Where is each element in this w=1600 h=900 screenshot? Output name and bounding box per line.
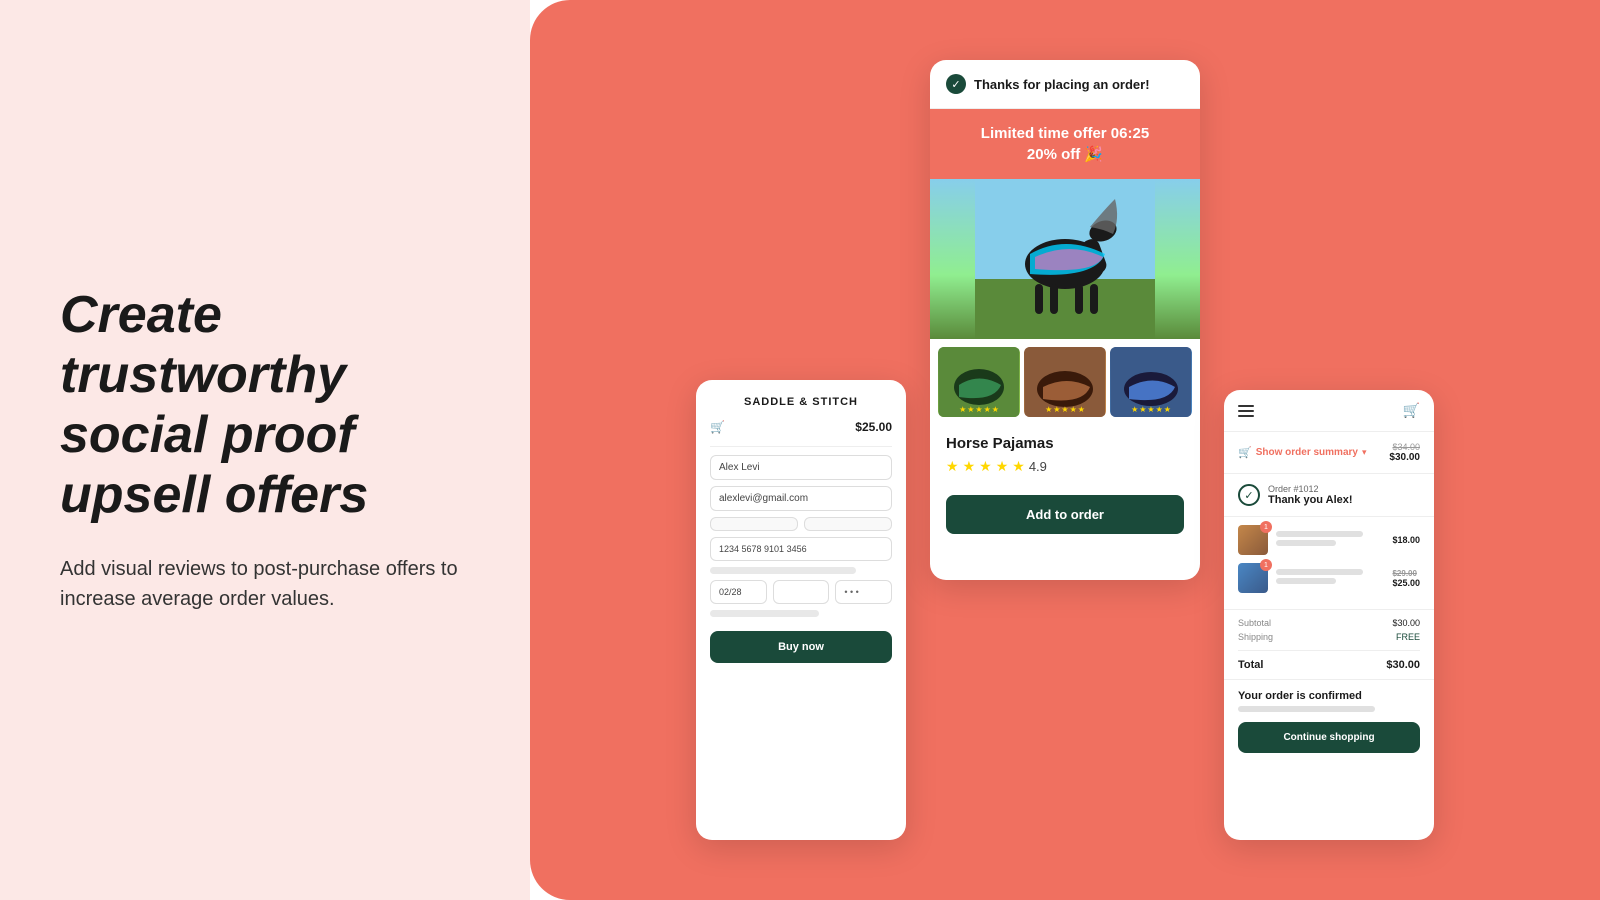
state-field[interactable] (804, 517, 892, 531)
right-panel: SADDLE & STITCH 🛒 $25.00 Alex Levi alexl… (530, 0, 1600, 900)
thumb1-stars: ★ ★ ★ ★ ★ (959, 405, 999, 414)
thumb2-stars: ★ ★ ★ ★ ★ (1045, 405, 1085, 414)
order-number: Order #1012 (1268, 484, 1420, 494)
left-panel: Create trustworthy social proof upsell o… (0, 0, 530, 900)
cart-icon: 🛒 (710, 420, 725, 434)
star-1: ★ (946, 458, 959, 475)
main-subtext: Add visual reviews to post-purchase offe… (60, 554, 470, 614)
thank-you-text: Thank you Alex! (1268, 494, 1420, 506)
left-content: Create trustworthy social proof upsell o… (60, 286, 470, 613)
order-thank-you: ✓ Order #1012 Thank you Alex! (1224, 474, 1434, 517)
shipping-row: Shipping FREE (1238, 632, 1420, 642)
product-image (930, 179, 1200, 339)
billing-bar (710, 610, 819, 617)
expiry-field[interactable]: 02/28 (710, 580, 767, 604)
horse-image-placeholder (930, 179, 1200, 339)
chevron-icon: ▾ (1362, 447, 1367, 458)
confirmed-section: Your order is confirmed Continue shoppin… (1224, 680, 1434, 763)
star-5: ★ (1012, 458, 1025, 475)
rating-number: 4.9 (1029, 459, 1047, 474)
offer-line1: Limited time offer 06:25 (944, 123, 1186, 144)
order-items: 1 $18.00 1 $29.00 $25.00 (1224, 517, 1434, 610)
continue-shopping-button[interactable]: Continue shopping (1238, 722, 1420, 753)
order-item-2: 1 $29.00 $25.00 (1238, 563, 1420, 593)
confirmed-card: 🛒 🛒 Show order summary ▾ $34.00 $30.00 ✓… (1224, 390, 1434, 840)
checkout-header-row: 🛒 $25.00 (710, 420, 892, 434)
thumb3-stars: ★ ★ ★ ★ ★ (1131, 405, 1171, 414)
grand-total-row: Total $30.00 (1238, 659, 1420, 671)
item-price-2: $29.00 $25.00 (1392, 568, 1420, 588)
horse-svg (975, 179, 1155, 339)
thumbnail-1[interactable]: ★ ★ ★ ★ ★ (938, 347, 1020, 417)
item-name-bar-1 (1276, 531, 1363, 537)
cvv-field[interactable]: • • • (835, 580, 892, 604)
confirmed-text: Your order is confirmed (1238, 690, 1420, 702)
item-price-1: $18.00 (1392, 535, 1420, 545)
header-cart-icon: 🛒 (1403, 402, 1420, 419)
order-item-1: 1 $18.00 (1238, 525, 1420, 555)
upsell-header-text: Thanks for placing an order! (974, 77, 1150, 92)
check-icon: ✓ (946, 74, 966, 94)
city-field[interactable] (710, 517, 798, 531)
totals-section: Subtotal $30.00 Shipping FREE Total $30.… (1224, 610, 1434, 680)
order-summary-row: 🛒 Show order summary ▾ $34.00 $30.00 (1224, 432, 1434, 474)
thumbnail-3[interactable]: ★ ★ ★ ★ ★ (1110, 347, 1192, 417)
confirmed-header: 🛒 (1224, 390, 1434, 432)
star-2: ★ (963, 458, 976, 475)
total-value: $30.00 (1386, 659, 1420, 671)
item-name-bar-2 (1276, 569, 1363, 575)
upsell-card: ✓ Thanks for placing an order! Limited t… (930, 60, 1200, 580)
cart-icon-small: 🛒 (1238, 446, 1252, 459)
price-original: $34.00 (1389, 442, 1420, 452)
item-details-2 (1276, 569, 1384, 587)
card-number-field[interactable]: 1234 5678 9101 3456 (710, 537, 892, 561)
circle-check-icon: ✓ (1238, 484, 1260, 506)
checkout-card: SADDLE & STITCH 🛒 $25.00 Alex Levi alexl… (696, 380, 906, 840)
item-details-1 (1276, 531, 1384, 549)
subtotal-value: $30.00 (1392, 618, 1420, 628)
divider-1 (710, 446, 892, 447)
price-current: $30.00 (1389, 452, 1420, 463)
checkout-card-inner: SADDLE & STITCH 🛒 $25.00 Alex Levi alexl… (696, 380, 906, 679)
item-badge-2: 1 (1260, 559, 1272, 571)
email-field[interactable]: alexlevi@gmail.com (710, 486, 892, 511)
buy-now-button[interactable]: Buy now (710, 631, 892, 663)
star-3: ★ (979, 458, 992, 475)
offer-line2: 20% off 🎉 (944, 144, 1186, 165)
order-summary-text[interactable]: Show order summary (1256, 447, 1358, 458)
prices-right: $34.00 $30.00 (1389, 442, 1420, 463)
shipping-value: FREE (1396, 632, 1420, 642)
product-info: Horse Pajamas ★ ★ ★ ★ ★ 4.9 (930, 425, 1200, 495)
star-4: ★ (996, 458, 1009, 475)
total-label: Total (1238, 659, 1263, 671)
product-name: Horse Pajamas (946, 435, 1184, 452)
name-field[interactable]: Alex Levi (710, 455, 892, 480)
shipping-label: Shipping (1238, 632, 1273, 642)
subtotal-label: Subtotal (1238, 618, 1271, 628)
stars-row: ★ ★ ★ ★ ★ 4.9 (946, 458, 1184, 475)
confirmed-sub-bar (1238, 706, 1375, 712)
subtotal-row: Subtotal $30.00 (1238, 618, 1420, 628)
checkout-price: $25.00 (855, 420, 892, 434)
totals-divider (1238, 650, 1420, 651)
item-desc-bar-1 (1276, 540, 1336, 546)
item-thumbnail-1: 1 (1238, 525, 1268, 555)
add-to-order-button[interactable]: Add to order (946, 495, 1184, 534)
item-thumbnail-2: 1 (1238, 563, 1268, 593)
limited-offer-banner: Limited time offer 06:25 20% off 🎉 (930, 109, 1200, 179)
zip-field[interactable] (773, 580, 830, 604)
order-info: Order #1012 Thank you Alex! (1268, 484, 1420, 506)
city-state-row (710, 517, 892, 531)
address-bar (710, 567, 856, 574)
hamburger-icon[interactable] (1238, 405, 1254, 417)
main-heading: Create trustworthy social proof upsell o… (60, 286, 470, 525)
upsell-header: ✓ Thanks for placing an order! (930, 60, 1200, 109)
thumbnail-2[interactable]: ★ ★ ★ ★ ★ (1024, 347, 1106, 417)
item-desc-bar-2 (1276, 578, 1336, 584)
thumbnail-row: ★ ★ ★ ★ ★ ★ ★ ★ ★ ★ (930, 339, 1200, 425)
expiry-cvv-row: 02/28 • • • (710, 580, 892, 604)
store-name: SADDLE & STITCH (710, 396, 892, 408)
item-badge-1: 1 (1260, 521, 1272, 533)
